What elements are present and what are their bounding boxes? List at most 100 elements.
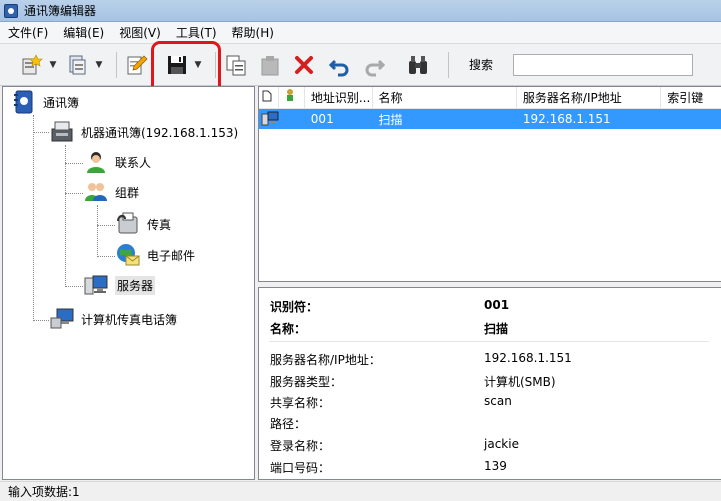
detail-name-value: 扫描 (484, 322, 509, 336)
new-group-button[interactable] (64, 51, 92, 79)
new-group-dropdown-icon[interactable]: ▼ (94, 51, 104, 79)
tree-item-label: 电子邮件 (147, 248, 196, 263)
status-person-icon (286, 89, 293, 101)
save-button[interactable] (163, 51, 191, 79)
entry-list[interactable]: 地址识别... 名称 服务器名称/IP地址 索引键 001 扫描 192.168… (258, 86, 721, 282)
tree-connector (97, 256, 115, 257)
detail-share-value: scan (484, 394, 512, 408)
detail-path-label: 路径： (270, 417, 307, 431)
menu-file[interactable]: 文件(F) (2, 22, 57, 44)
tree-item-label: 机器通讯簿(192.168.1.153) (81, 125, 239, 140)
menu-tools[interactable]: 工具(T) (170, 22, 226, 44)
tree-connector (33, 115, 34, 321)
detail-server-label: 服务器名称/IP地址： (270, 353, 381, 367)
tree-item-label: 组群 (115, 185, 140, 200)
tree-item-machine-book[interactable]: 机器通讯簿(192.168.1.153) (49, 119, 238, 145)
row-name-cell: 扫描 (378, 112, 403, 127)
menu-edit[interactable]: 编辑(E) (57, 22, 113, 44)
tree-item-pc-fax-book[interactable]: 计算机传真电话簿 (49, 306, 177, 332)
menu-bar: 文件(F) 编辑(E) 视图(V) 工具(T) 帮助(H) (0, 22, 721, 44)
delete-icon (295, 55, 313, 74)
server-computer-icon (84, 275, 108, 295)
entry-detail-panel: 识别符： 001 名称： 扫描 服务器名称/IP地址： 192.168.1.15… (258, 287, 721, 480)
address-book-tree[interactable]: 通讯簿 机器通讯簿(192.168.1.153) 联系人 组群 传真 电子邮件 … (2, 86, 255, 480)
new-entry-button[interactable] (18, 51, 46, 79)
column-header-id[interactable]: 地址识别... (305, 87, 373, 109)
tree-connector (33, 320, 49, 321)
tree-item-label: 联系人 (115, 155, 152, 170)
tree-item-contacts[interactable]: 联系人 (83, 149, 151, 175)
email-globe-icon (117, 244, 140, 266)
fax-machine-icon (117, 212, 138, 234)
detail-id-label: 识别符： (270, 300, 319, 314)
find-button[interactable] (404, 51, 432, 79)
row-id-cell: 001 (310, 112, 334, 126)
list-header: 地址识别... 名称 服务器名称/IP地址 索引键 (259, 87, 721, 109)
detail-port-value: 139 (484, 459, 507, 473)
row-server-cell: 192.168.1.151 (522, 112, 611, 126)
tree-item-root[interactable]: 通讯簿 (11, 89, 79, 115)
copy-icon (226, 55, 246, 75)
tree-item-email[interactable]: 电子邮件 (115, 242, 195, 268)
new-group-icon (69, 55, 86, 74)
tree-item-label: 服务器 (115, 275, 156, 295)
delete-button[interactable] (290, 51, 318, 79)
save-dropdown-icon[interactable]: ▼ (193, 51, 203, 79)
tree-item-label: 通讯簿 (43, 95, 80, 110)
detail-id-value: 001 (484, 298, 510, 312)
undo-icon (328, 59, 349, 76)
pc-fax-icon (50, 308, 74, 329)
paste-icon (261, 55, 279, 75)
binoculars-icon (409, 55, 427, 74)
save-icon (168, 55, 186, 74)
search-label: 搜索 (469, 58, 494, 72)
tree-item-server[interactable]: 服务器 (83, 272, 156, 298)
tree-item-label: 传真 (147, 217, 172, 232)
tree-connector (97, 225, 115, 226)
detail-login-label: 登录名称： (270, 439, 331, 453)
tree-connector (65, 193, 83, 194)
column-header-status[interactable] (279, 87, 305, 109)
tree-connector (65, 163, 83, 164)
menu-view[interactable]: 视图(V) (113, 22, 170, 44)
column-header-server[interactable]: 服务器名称/IP地址 (517, 87, 662, 109)
undo-button[interactable] (326, 51, 354, 79)
detail-server-value: 192.168.1.151 (484, 351, 572, 365)
multifunction-printer-icon (51, 121, 73, 142)
tree-item-groups[interactable]: 组群 (83, 179, 139, 205)
row-type-cell (259, 110, 305, 129)
tree-connector (97, 205, 98, 257)
search-input[interactable] (513, 53, 694, 76)
title-bar: 通讯簿编辑器 (0, 0, 721, 22)
group-people-icon (85, 183, 107, 201)
table-row[interactable]: 001 扫描 192.168.1.151 (259, 109, 721, 129)
detail-type-value: 计算机(SMB) (484, 375, 556, 389)
page-icon (262, 90, 272, 102)
contact-person-icon (87, 152, 105, 173)
new-entry-dropdown-icon[interactable]: ▼ (48, 51, 58, 79)
detail-login-value: jackie (484, 437, 519, 451)
tree-item-fax[interactable]: 传真 (115, 211, 171, 237)
toolbar-separator (215, 51, 216, 78)
copy-button[interactable] (222, 51, 250, 79)
edit-button[interactable] (123, 51, 151, 79)
detail-share-label: 共享名称： (270, 396, 331, 410)
toolbar-separator (448, 51, 449, 78)
new-entry-icon (22, 53, 43, 74)
redo-button[interactable] (360, 51, 388, 79)
address-book-icon (14, 90, 33, 114)
detail-name-label: 名称： (270, 322, 307, 336)
column-header-name[interactable]: 名称 (373, 87, 517, 109)
tree-connector (65, 145, 66, 287)
paste-button[interactable] (256, 51, 284, 79)
detail-divider (269, 341, 709, 342)
app-icon (4, 3, 18, 18)
tree-connector (65, 286, 83, 287)
column-header-type[interactable] (259, 87, 279, 109)
tree-connector (33, 132, 49, 133)
column-header-index[interactable]: 索引键 (661, 87, 721, 109)
toolbar: ▼ ▼ ▼ 搜索 (0, 44, 721, 86)
edit-pencil-icon (127, 55, 148, 74)
window-title: 通讯簿编辑器 (24, 4, 97, 18)
menu-help[interactable]: 帮助(H) (226, 22, 283, 44)
